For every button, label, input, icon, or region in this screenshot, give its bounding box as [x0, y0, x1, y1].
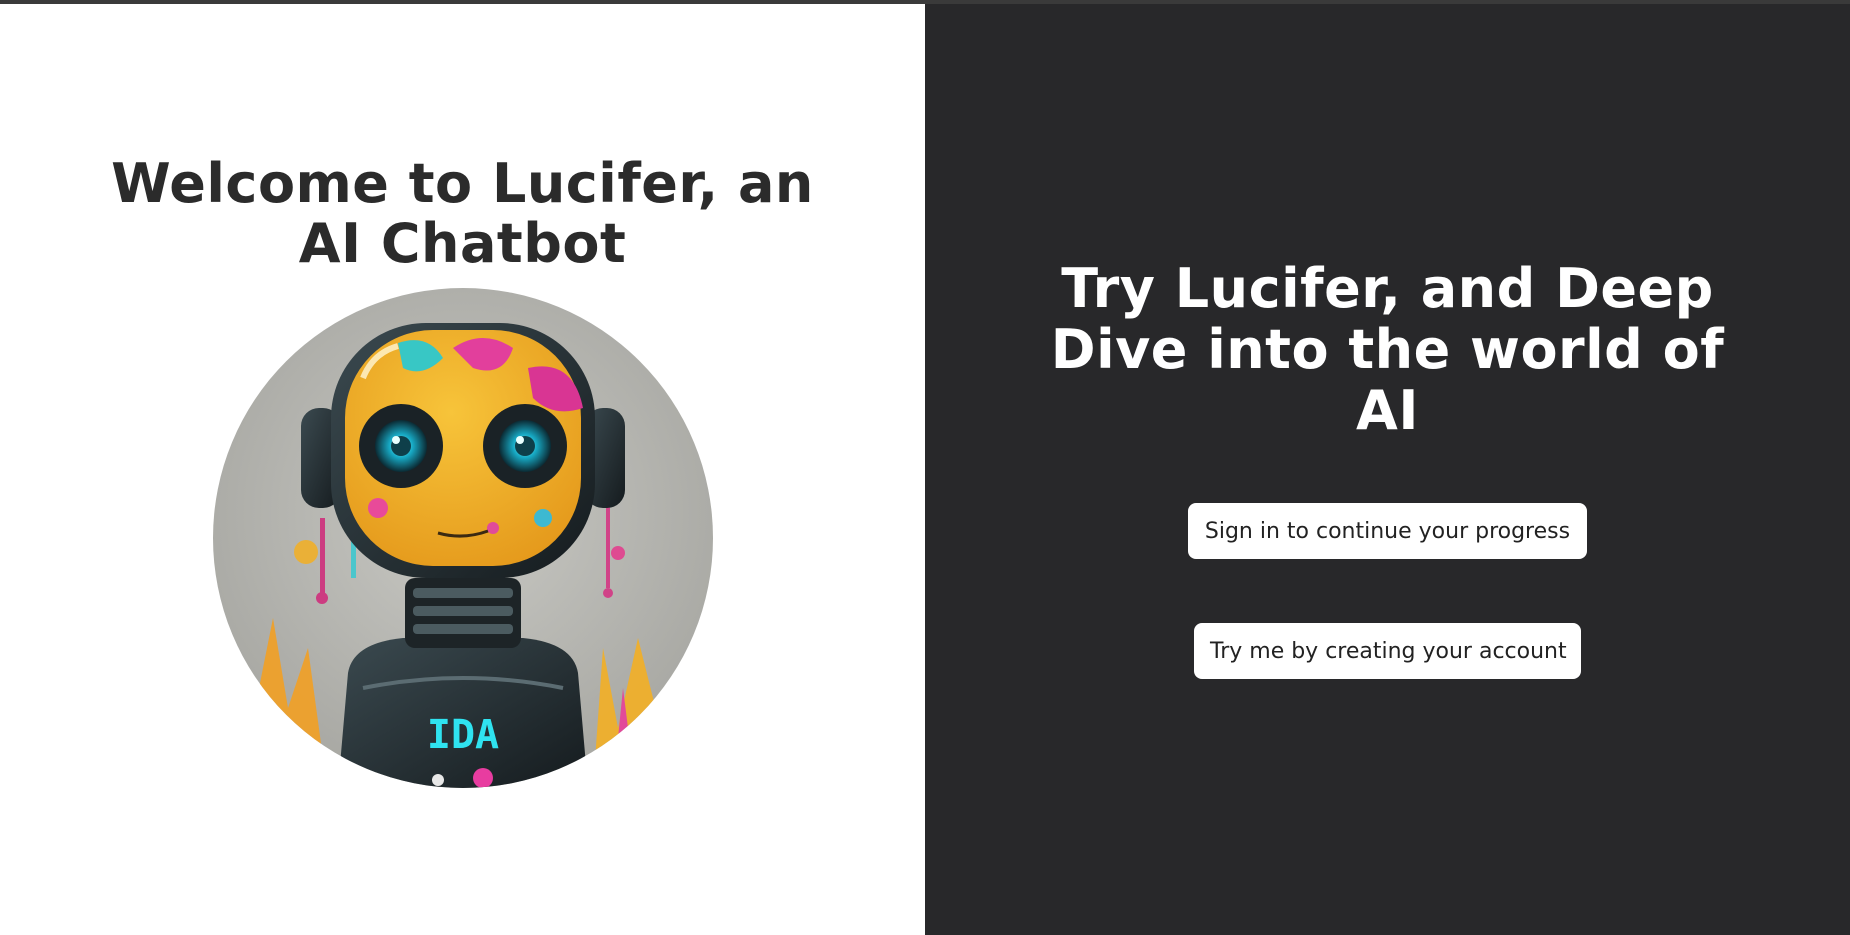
chest-label: IDA — [427, 712, 499, 758]
signin-button[interactable]: Sign in to continue your progress — [1188, 503, 1587, 559]
cta-title: Try Lucifer, and Deep Dive into the worl… — [1050, 257, 1725, 442]
welcome-panel: Welcome to Lucifer, an AI Chatbot IDA — [0, 4, 925, 935]
robot-avatar-image: IDA — [213, 288, 713, 788]
robot-avatar-icon: IDA — [213, 288, 713, 788]
cta-panel — [925, 4, 1850, 935]
welcome-title: Welcome to Lucifer, an AI Chatbot — [111, 152, 814, 275]
create-account-button[interactable]: Try me by creating your account — [1194, 623, 1581, 679]
